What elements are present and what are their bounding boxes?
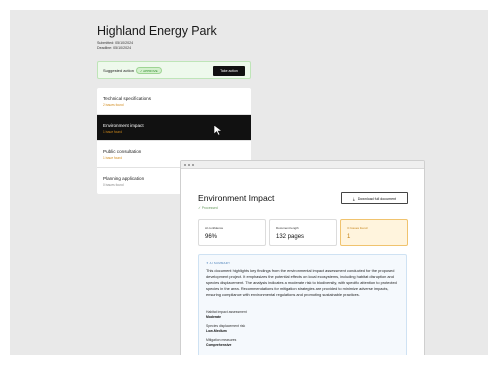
suggested-action-label: Suggested action bbox=[103, 68, 134, 73]
mouse-cursor-icon bbox=[213, 123, 223, 136]
approve-badge: ✓ APPROVE bbox=[136, 67, 162, 74]
stat-document-length: Document length 132 pages bbox=[269, 219, 337, 246]
deadline-date: Deadline: 05/10/2024 bbox=[97, 46, 132, 51]
take-action-button[interactable]: Take action bbox=[213, 65, 245, 76]
project-title: Highland Energy Park bbox=[97, 24, 217, 38]
section-title: Planning application bbox=[103, 175, 145, 181]
suggested-action-bar: Suggested action ✓ APPROVE Take action bbox=[97, 61, 251, 79]
ai-summary-text: This document highlights key findings fr… bbox=[206, 268, 397, 297]
stat-issues-found[interactable]: ⊙ Issues found 1 bbox=[340, 219, 408, 246]
section-title: Technical specifications bbox=[103, 96, 152, 101]
download-document-button[interactable]: ⤓ Download full document bbox=[341, 192, 408, 204]
stat-label: Document length bbox=[276, 226, 299, 230]
ai-summary-panel: ✦ AI SUMMARY This document highlights ke… bbox=[198, 254, 407, 355]
download-label: Download full document bbox=[357, 197, 397, 201]
summary-item-value: Moderate bbox=[206, 315, 222, 319]
summary-item-value: Comprehensive bbox=[206, 343, 232, 347]
summary-item: Species displacement risk Low-Medium bbox=[206, 324, 245, 334]
document-window: Environment Impact ✓ Processed ⤓ Download… bbox=[180, 160, 425, 355]
summary-item: Habitat impact assessment Moderate bbox=[206, 310, 247, 320]
summary-item: Mitigation measures Comprehensive bbox=[206, 338, 236, 348]
section-issues: 1 issue found bbox=[103, 129, 122, 134]
stat-label: AI confidence bbox=[205, 226, 224, 230]
section-issues: 2 issues found bbox=[103, 103, 124, 107]
section-issues: 1 issue found bbox=[103, 156, 122, 160]
stat-ai-confidence: AI confidence 96% bbox=[198, 219, 266, 246]
stat-value: 96% bbox=[205, 234, 218, 240]
processed-status: ✓ Processed bbox=[198, 206, 218, 210]
section-issues: 0 issues found bbox=[103, 182, 124, 187]
window-control-dot[interactable] bbox=[188, 163, 191, 166]
window-control-dot[interactable] bbox=[184, 163, 187, 166]
stat-value: 132 pages bbox=[276, 234, 305, 240]
app-canvas: Highland Energy Park Submitted: 05/10/20… bbox=[10, 10, 488, 355]
section-item-environment-impact[interactable]: Environment impact 1 issue found bbox=[97, 114, 251, 141]
section-item-technical-specifications[interactable]: Technical specifications 2 issues found bbox=[97, 88, 251, 115]
project-meta: Submitted: 05/10/2024 Deadline: 05/10/20… bbox=[97, 41, 133, 51]
window-control-dot[interactable] bbox=[192, 163, 195, 166]
stat-value: 1 bbox=[347, 234, 351, 240]
window-title-bar[interactable] bbox=[181, 161, 424, 169]
section-title: Public consultation bbox=[103, 149, 142, 154]
section-title: Environment impact bbox=[103, 122, 144, 128]
ai-summary-tag: ✦ AI SUMMARY bbox=[206, 261, 231, 265]
summary-item-value: Low-Medium bbox=[206, 329, 227, 333]
stat-label: ⊙ Issues found bbox=[347, 226, 368, 230]
download-icon: ⤓ bbox=[352, 196, 355, 201]
document-title: Environment Impact bbox=[198, 193, 275, 203]
